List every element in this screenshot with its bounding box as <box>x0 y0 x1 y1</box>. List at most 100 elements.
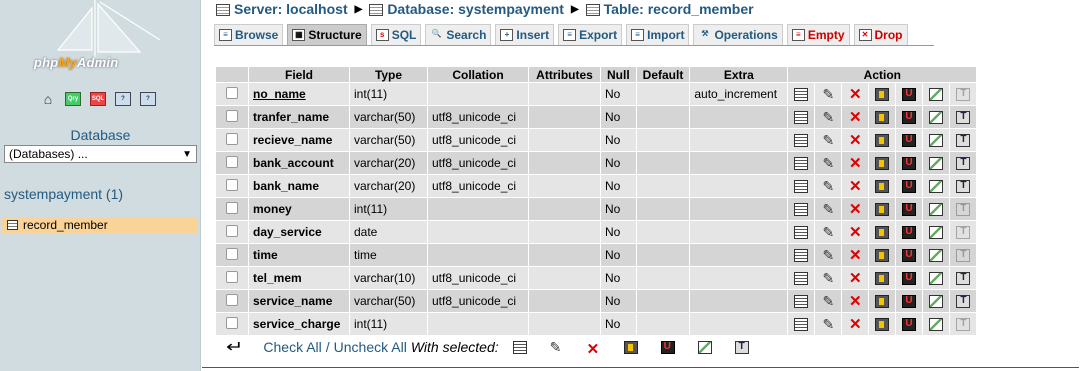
browse-icon[interactable] <box>794 111 809 125</box>
edit-icon[interactable] <box>821 272 835 285</box>
browse-icon[interactable] <box>794 157 809 171</box>
row-checkbox[interactable] <box>226 316 238 329</box>
edit-icon[interactable] <box>821 88 835 101</box>
drop-icon[interactable] <box>848 157 862 170</box>
index-icon[interactable] <box>929 157 944 171</box>
primary-key-icon[interactable] <box>875 134 890 148</box>
primary-key-icon[interactable] <box>875 295 890 309</box>
drop-icon[interactable] <box>848 249 862 262</box>
unique-icon[interactable] <box>902 226 917 240</box>
drop-icon[interactable] <box>848 295 862 308</box>
drop-icon[interactable] <box>848 180 862 193</box>
tab-insert[interactable]: + Insert <box>495 24 555 45</box>
edit-icon[interactable] <box>821 318 835 331</box>
index-icon[interactable] <box>929 226 944 240</box>
primary-key-icon[interactable] <box>875 203 890 217</box>
breadcrumb-database[interactable]: Database: systempayment <box>369 1 564 17</box>
fulltext-icon[interactable] <box>956 295 971 309</box>
tab-search[interactable]: 🔍 Search <box>425 24 492 45</box>
index-selected-icon[interactable] <box>697 340 712 354</box>
fulltext-icon[interactable] <box>956 134 971 148</box>
row-checkbox[interactable] <box>226 293 238 306</box>
browse-icon[interactable] <box>794 272 809 286</box>
browse-icon[interactable] <box>794 180 809 194</box>
breadcrumb-table[interactable]: Table: record_member <box>585 1 754 17</box>
tab-sql[interactable]: s SQL <box>370 24 422 45</box>
index-icon[interactable] <box>929 88 944 102</box>
index-icon[interactable] <box>929 111 944 125</box>
drop-icon[interactable] <box>848 88 862 101</box>
browse-selected-icon[interactable] <box>512 340 527 354</box>
uncheck-all-link[interactable]: Uncheck All <box>334 339 407 355</box>
fulltext-icon[interactable] <box>956 203 971 217</box>
fulltext-icon[interactable] <box>956 180 971 194</box>
database-select[interactable]: (Databases) ... ▼ <box>4 145 197 163</box>
unique-icon[interactable] <box>902 295 917 309</box>
fulltext-icon[interactable] <box>956 111 971 125</box>
fulltext-selected-icon[interactable] <box>734 340 749 354</box>
unique-icon[interactable] <box>902 111 917 125</box>
index-icon[interactable] <box>929 134 944 148</box>
unique-icon[interactable] <box>902 134 917 148</box>
primary-key-icon[interactable] <box>875 272 890 286</box>
fulltext-icon[interactable] <box>956 157 971 171</box>
row-checkbox[interactable] <box>226 155 238 168</box>
tab-browse[interactable]: ≡ Browse <box>214 24 284 45</box>
row-checkbox[interactable] <box>226 86 238 99</box>
edit-icon[interactable] <box>821 157 835 170</box>
primary-key-icon[interactable] <box>875 157 890 171</box>
fulltext-icon[interactable] <box>956 226 971 240</box>
unique-icon[interactable] <box>902 180 917 194</box>
index-icon[interactable] <box>929 272 944 286</box>
tab-operations[interactable]: ⚒ Operations <box>693 24 783 45</box>
drop-icon[interactable] <box>848 111 862 124</box>
unique-selected-icon[interactable] <box>660 340 675 354</box>
primary-key-icon[interactable] <box>875 88 890 102</box>
primary-key-icon[interactable] <box>875 180 890 194</box>
row-checkbox[interactable] <box>226 270 238 283</box>
edit-selected-icon[interactable] <box>550 341 564 354</box>
unique-icon[interactable] <box>902 249 917 263</box>
primary-key-icon[interactable] <box>875 111 890 125</box>
query-window-icon[interactable]: Qry <box>65 92 81 106</box>
breadcrumb-server[interactable]: Server: localhost <box>216 1 348 17</box>
fulltext-icon[interactable] <box>956 88 971 102</box>
primary-key-icon[interactable] <box>875 249 890 263</box>
sql-icon[interactable]: SQL <box>90 92 106 106</box>
row-checkbox[interactable] <box>226 247 238 260</box>
index-icon[interactable] <box>929 318 944 332</box>
primary-key-icon[interactable] <box>875 226 890 240</box>
browse-icon[interactable] <box>794 295 809 309</box>
fulltext-icon[interactable] <box>956 272 971 286</box>
edit-icon[interactable] <box>821 180 835 193</box>
phpmyadmin-logo[interactable]: phpMyAdmin <box>34 55 118 70</box>
edit-icon[interactable] <box>821 226 835 239</box>
row-checkbox[interactable] <box>226 201 238 214</box>
edit-icon[interactable] <box>821 295 835 308</box>
drop-icon[interactable] <box>848 318 862 331</box>
edit-icon[interactable] <box>821 249 835 262</box>
drop-icon[interactable] <box>848 226 862 239</box>
browse-icon[interactable] <box>794 249 809 263</box>
row-checkbox[interactable] <box>226 224 238 237</box>
drop-icon[interactable] <box>848 272 862 285</box>
edit-icon[interactable] <box>821 203 835 216</box>
home-icon[interactable]: ⌂ <box>40 91 56 107</box>
browse-icon[interactable] <box>794 134 809 148</box>
tab-drop[interactable]: ✕ Drop <box>853 24 908 45</box>
tab-export[interactable]: ≡ Export <box>558 24 623 45</box>
index-icon[interactable] <box>929 295 944 309</box>
unique-icon[interactable] <box>902 157 917 171</box>
drop-icon[interactable] <box>848 203 862 216</box>
primary-key-selected-icon[interactable] <box>623 340 638 354</box>
tab-empty[interactable]: ≡ Empty <box>786 24 850 45</box>
index-icon[interactable] <box>929 249 944 263</box>
browse-icon[interactable] <box>794 88 809 102</box>
edit-icon[interactable] <box>821 134 835 147</box>
unique-icon[interactable] <box>902 272 917 286</box>
row-checkbox[interactable] <box>226 109 238 122</box>
browse-icon[interactable] <box>794 318 809 332</box>
browse-icon[interactable] <box>794 203 809 217</box>
tab-structure[interactable]: ▦ Structure <box>287 24 367 45</box>
unique-icon[interactable] <box>902 203 917 217</box>
